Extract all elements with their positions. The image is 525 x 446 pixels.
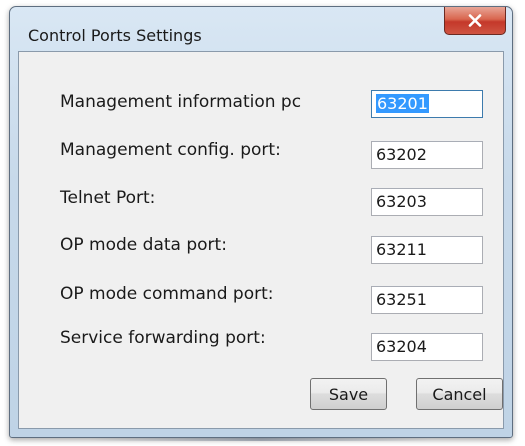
- service-forwarding-port-label: Service forwarding port:: [60, 328, 266, 348]
- telnet-port-label: Telnet Port:: [60, 188, 156, 208]
- save-button[interactable]: Save: [310, 378, 387, 410]
- cancel-button[interactable]: Cancel: [416, 378, 503, 410]
- op-mode-command-port-input[interactable]: 63251: [371, 286, 483, 314]
- management-information-value: 63201: [376, 94, 429, 113]
- management-information-input[interactable]: 63201: [371, 90, 483, 118]
- op-mode-command-port-label: OP mode command port:: [60, 284, 274, 304]
- close-icon: [468, 14, 482, 27]
- op-mode-data-port-value: 63211: [376, 240, 427, 259]
- op-mode-command-port-value: 63251: [376, 290, 427, 309]
- management-information-label: Management information pc: [60, 92, 302, 112]
- op-mode-data-port-input[interactable]: 63211: [371, 236, 483, 264]
- close-button[interactable]: [444, 7, 506, 35]
- dialog-window: Control Ports Settings Management inform…: [9, 6, 513, 441]
- management-config-value: 63202: [376, 145, 427, 164]
- dialog-content: Management information pc 63201 Manageme…: [18, 51, 504, 429]
- management-config-input[interactable]: 63202: [371, 141, 483, 169]
- service-forwarding-port-input[interactable]: 63204: [371, 333, 483, 361]
- telnet-port-value: 63203: [376, 192, 427, 211]
- window-title: Control Ports Settings: [28, 26, 202, 45]
- service-forwarding-port-value: 63204: [376, 337, 427, 356]
- op-mode-data-port-label: OP mode data port:: [60, 235, 227, 255]
- management-config-label: Management config. port:: [60, 140, 281, 160]
- telnet-port-input[interactable]: 63203: [371, 188, 483, 216]
